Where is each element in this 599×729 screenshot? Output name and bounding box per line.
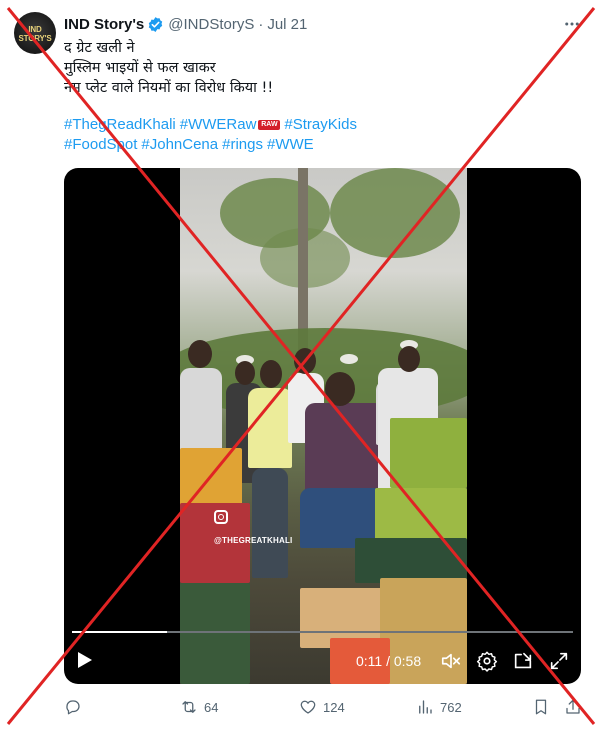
separator-dot: ·: [258, 15, 264, 33]
video-watermark: @THEGREATKHALI: [214, 536, 293, 545]
like-button[interactable]: 124: [299, 696, 345, 718]
person-trousers: [252, 468, 288, 578]
person-head: [325, 372, 355, 406]
tree-foliage: [330, 168, 460, 258]
person-head: [235, 361, 255, 385]
cap: [340, 354, 358, 364]
views-chart-icon: [419, 700, 432, 714]
hashtag-link[interactable]: #WWE: [267, 136, 314, 153]
more-options-icon[interactable]: [560, 12, 584, 36]
reply-icon: [66, 700, 80, 715]
progress-bar[interactable]: [72, 631, 573, 633]
raw-logo-icon: RAW: [258, 120, 281, 131]
bookmark-icon: [535, 699, 547, 715]
like-count: 124: [323, 699, 345, 715]
fullscreen-icon[interactable]: [548, 650, 570, 672]
person-head: [188, 340, 212, 368]
tweet-header: IND Story's @INDStoryS · Jul 21: [64, 14, 307, 34]
instagram-icon: [214, 510, 228, 524]
hashtag-link[interactable]: #WWERaw: [180, 116, 257, 133]
video-controls: 0:11 / 0:58: [64, 642, 581, 682]
hashtag-link[interactable]: #ThegReadKhali: [64, 116, 176, 133]
mango-crate: [390, 418, 467, 488]
mute-icon[interactable]: [440, 650, 462, 672]
video-frame[interactable]: @THEGREATKHALI: [180, 168, 467, 684]
person-head: [260, 360, 282, 388]
views-count: 762: [440, 699, 462, 715]
author-handle[interactable]: @INDStoryS: [168, 16, 254, 33]
heart-icon: [300, 700, 316, 714]
seated-person: [305, 403, 385, 498]
tweet-text-line-2: मुस्लिम भाइयों से फल खाकर: [64, 60, 216, 76]
tweet-actions: 64 124 762: [64, 696, 584, 718]
share-icon: [566, 699, 580, 714]
verified-badge-icon: [149, 16, 163, 32]
video-time: 0:11 / 0:58: [356, 653, 422, 669]
views-button[interactable]: 762: [416, 696, 462, 718]
tweet-text: द ग्रेट खली ने मुस्लिम भाइयों से फल खाकर…: [64, 38, 564, 98]
tweet-text-line-3: नेम प्लेट वाले नियमों का विरोध किया !!: [64, 80, 274, 96]
hashtag-link[interactable]: #StrayKids: [284, 116, 357, 133]
avatar-logo-text: IND STORY'S: [18, 25, 52, 43]
picture-in-picture-icon[interactable]: [512, 650, 534, 672]
progress-fill: [72, 631, 168, 633]
tweet: IND STORY'S IND Story's @INDStoryS · Jul…: [0, 0, 599, 729]
hashtag-link[interactable]: #JohnCena: [141, 136, 218, 153]
play-icon[interactable]: [78, 652, 92, 668]
video-player[interactable]: @THEGREATKHALI 0:11 / 0:58: [64, 168, 581, 684]
retweet-button[interactable]: 64: [180, 696, 218, 718]
retweet-count: 64: [204, 699, 219, 715]
bookmark-button[interactable]: [532, 696, 550, 718]
person-yellow-shirt: [248, 388, 292, 468]
reply-button[interactable]: [64, 696, 88, 718]
avatar[interactable]: IND STORY'S: [14, 12, 56, 54]
hashtags: #ThegReadKhali #WWERaw RAW #StrayKids #Food…: [64, 115, 584, 155]
share-button[interactable]: [564, 696, 582, 718]
settings-gear-icon[interactable]: [476, 650, 498, 672]
mango-crate: [180, 448, 242, 508]
hashtag-link[interactable]: #FoodSpot: [64, 136, 137, 153]
hashtag-link[interactable]: #rings: [222, 136, 263, 153]
green-crate: [355, 538, 467, 583]
person-head: [294, 348, 316, 374]
retweet-icon: [182, 701, 196, 713]
tweet-date[interactable]: Jul 21: [267, 16, 307, 33]
person-head: [398, 346, 420, 372]
author-name[interactable]: IND Story's: [64, 16, 144, 33]
tweet-text-line-1: द ग्रेट खली ने: [64, 40, 135, 56]
